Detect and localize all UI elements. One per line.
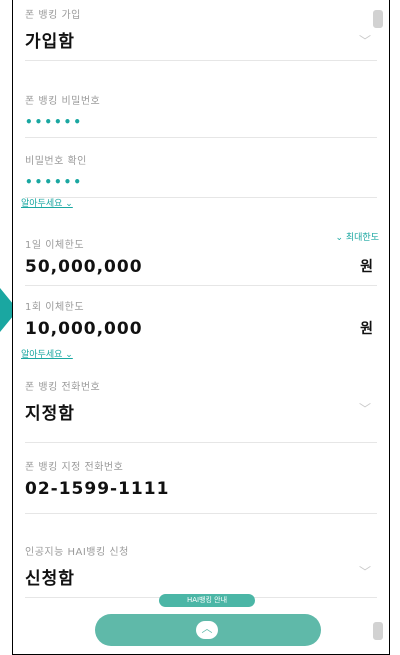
chevron-down-icon: ﹀	[358, 402, 371, 416]
join-label: 폰 뱅킹 가입	[25, 10, 81, 21]
phone-field[interactable]: 폰 뱅킹 전화번호 지정함 ﹀	[25, 378, 377, 443]
divider	[25, 513, 377, 514]
daily-limit-label: 1일 이체한도	[25, 240, 85, 251]
chevron-up-icon: ︿	[196, 621, 218, 639]
join-value: 가입함	[25, 32, 75, 52]
divider	[25, 197, 377, 198]
join-field[interactable]: 폰 뱅킹 가입 가입함 ﹀	[25, 6, 377, 61]
single-limit-field[interactable]: 1회 이체한도 10,000,000 원	[25, 298, 377, 339]
daily-limit-field[interactable]: 1일 이체한도 50,000,000 원	[25, 236, 377, 286]
scroll-indicator-bottom[interactable]	[373, 622, 383, 640]
password-confirm-field[interactable]: 비밀번호 확인 ••••••	[25, 152, 377, 198]
notice-link[interactable]: 알아두세요 ⌄	[21, 196, 73, 209]
daily-limit-value: 50,000,000	[25, 257, 143, 277]
ai-banking-value: 신청함	[25, 569, 75, 589]
chevron-down-icon: ﹀	[358, 565, 371, 579]
ai-banking-field[interactable]: 인공지능 HAI뱅킹 신청 신청함 ﹀	[25, 543, 377, 598]
chevron-down-icon: ﹀	[358, 34, 371, 48]
hai-guide-button[interactable]: HAI뱅킹 안내	[159, 594, 255, 607]
phone-value: 지정함	[25, 404, 75, 424]
phone-screen: 폰 뱅킹 가입 가입함 ﹀ 폰 뱅킹 비밀번호 •••••• 비밀번호 확인 •…	[12, 0, 390, 655]
password-masked: ••••••	[25, 115, 84, 129]
notice-link[interactable]: 알아두세요 ⌄	[21, 347, 73, 360]
designated-phone-value: 02-1599-1111	[25, 479, 170, 499]
password-confirm-masked: ••••••	[25, 175, 84, 189]
password-field[interactable]: 폰 뱅킹 비밀번호 ••••••	[25, 92, 377, 138]
divider	[25, 285, 377, 286]
single-limit-value: 10,000,000	[25, 319, 143, 339]
single-limit-unit: 원	[360, 321, 373, 337]
designated-phone-field[interactable]: 폰 뱅킹 지정 전화번호 02-1599-1111	[25, 458, 377, 514]
divider	[25, 442, 377, 443]
divider	[25, 137, 377, 138]
daily-limit-unit: 원	[360, 259, 373, 275]
ai-banking-label: 인공지능 HAI뱅킹 신청	[25, 547, 129, 558]
phone-label: 폰 뱅킹 전화번호	[25, 382, 101, 393]
scroll-top-button[interactable]: ︿	[95, 614, 321, 646]
password-confirm-label: 비밀번호 확인	[25, 156, 87, 167]
divider	[25, 60, 377, 61]
single-limit-label: 1회 이체한도	[25, 302, 85, 313]
designated-phone-label: 폰 뱅킹 지정 전화번호	[25, 462, 124, 473]
password-label: 폰 뱅킹 비밀번호	[25, 96, 101, 107]
